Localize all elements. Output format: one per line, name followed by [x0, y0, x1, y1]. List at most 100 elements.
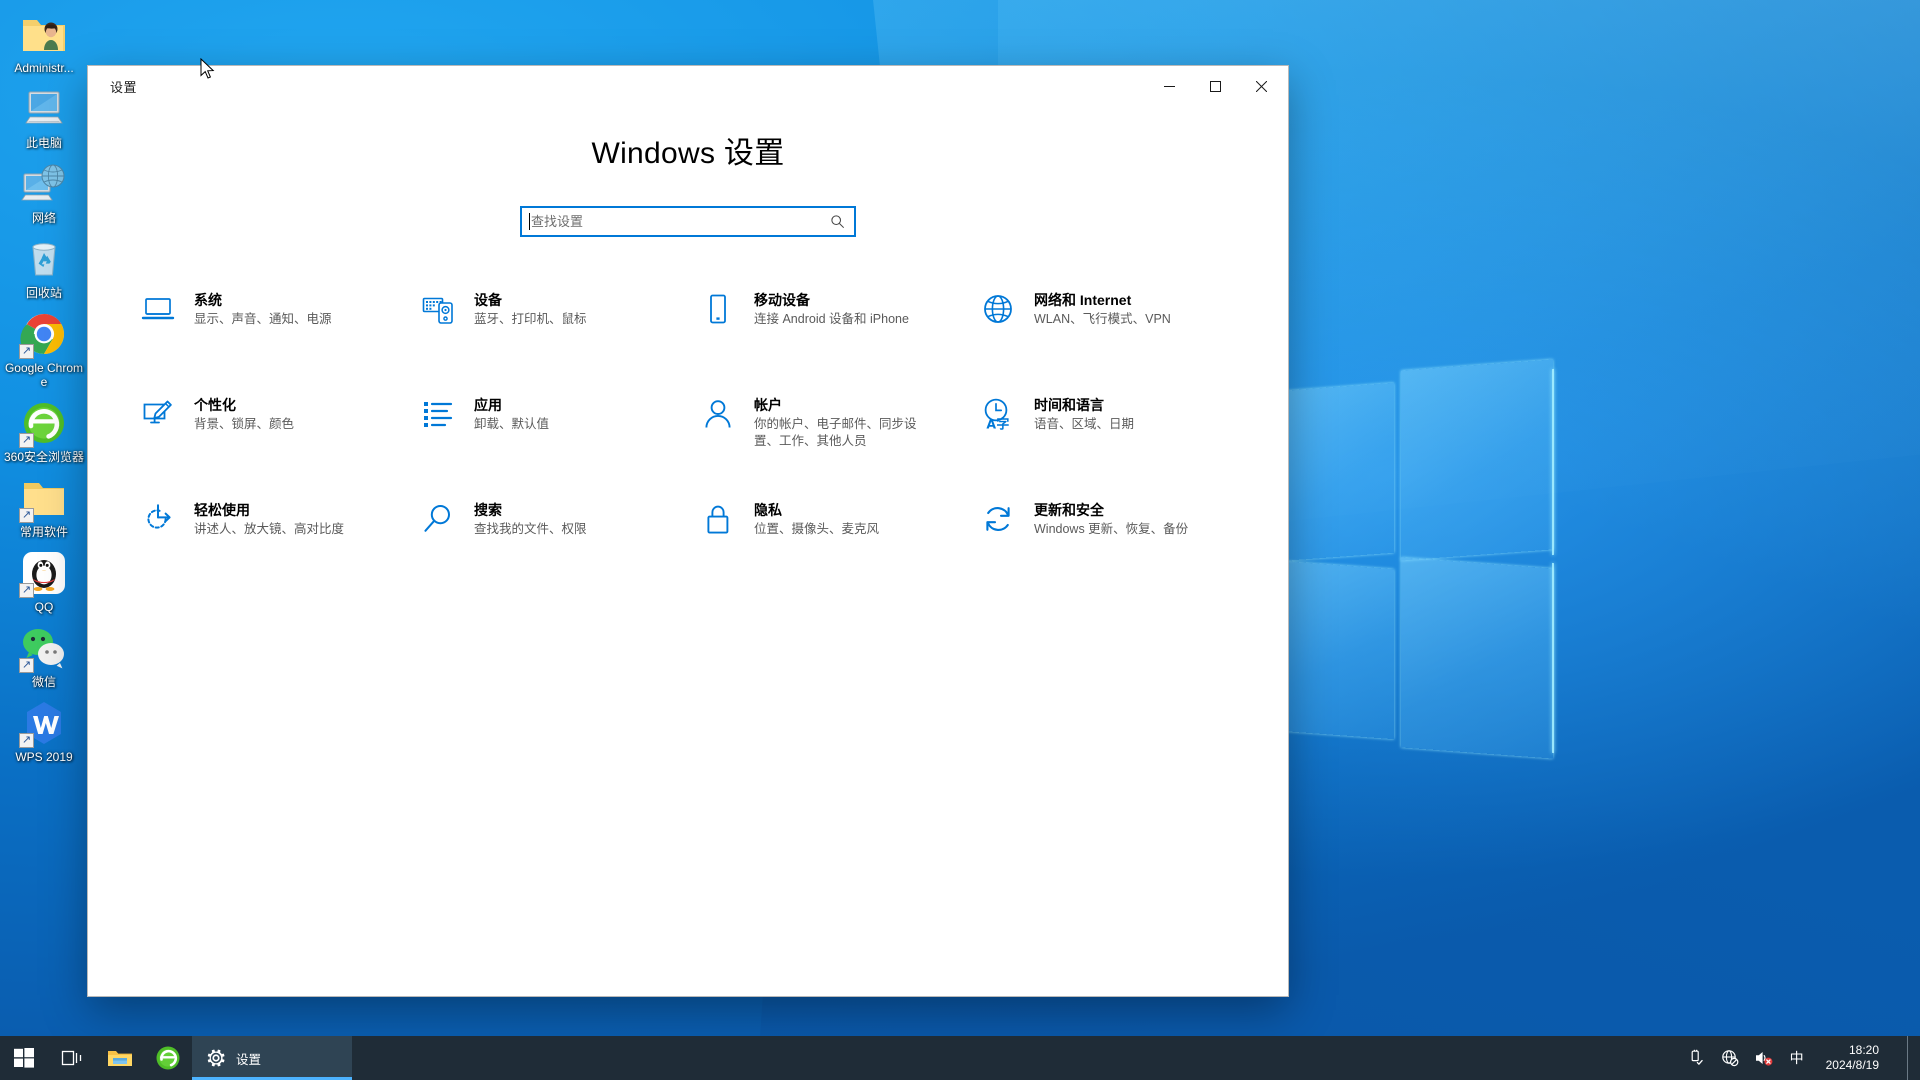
clock-time: 18:20	[1848, 1043, 1879, 1057]
settings-tile-11[interactable]: 隐私 位置、摄像头、麦克风	[692, 493, 972, 598]
settings-tile-desc: Windows 更新、恢复、备份	[1034, 522, 1189, 536]
file-explorer-icon	[108, 1051, 132, 1066]
search-area: 查找设置	[88, 206, 1288, 237]
desktop-icon-chrome[interactable]: ↗ Google Chrome	[1, 306, 87, 395]
search-placeholder: 查找设置	[531, 214, 584, 229]
logo-pane-bottom-right	[1401, 557, 1553, 759]
desktop-icon-user-folder[interactable]: Administr...	[1, 6, 87, 81]
show-desktop-button[interactable]	[1907, 1036, 1914, 1080]
search-icon[interactable]	[830, 214, 845, 234]
devices-icon	[418, 289, 458, 329]
settings-tile-7[interactable]: 帐户 你的帐户、电子邮件、同步设置、工作、其他人员	[692, 388, 972, 493]
settings-tile-grid: 系统 显示、声音、通知、电源 设备蓝牙、打印机、鼠标 移动设备 连接 Android 设…	[88, 283, 1288, 598]
settings-tile-text: 移动设备 连接 Android 设备和 iPhone	[754, 287, 909, 328]
settings-tile-3[interactable]: 移动设备 连接 Android 设备和 iPhone	[692, 283, 972, 388]
maximize-icon	[1209, 80, 1221, 92]
minimize-button[interactable]	[1146, 70, 1192, 102]
recycle-bin-icon	[20, 235, 68, 283]
personalization-icon	[138, 394, 178, 434]
logo-edge-upper	[1552, 368, 1554, 556]
desktop-icon-360-browser[interactable]: ↗ 360安全浏览器	[1, 395, 87, 470]
svg-text:字: 字	[996, 416, 1009, 431]
text-caret	[529, 213, 530, 230]
taskbar-item-settings[interactable]: 设置	[192, 1036, 352, 1080]
360-browser-icon	[156, 1046, 180, 1070]
titlebar-drag-area[interactable]	[137, 66, 1146, 106]
shortcut-arrow-icon: ↗	[19, 583, 34, 598]
settings-tile-9[interactable]: 轻松使用 讲述人、放大镜、高对比度	[132, 493, 412, 598]
maximize-button[interactable]	[1192, 70, 1238, 102]
settings-tile-text: 隐私 位置、摄像头、麦克风	[754, 497, 879, 538]
logo-pane-top-right	[1401, 359, 1553, 561]
desktop-icon-label: Google Chrome	[4, 361, 84, 389]
settings-tile-2[interactable]: 设备蓝牙、打印机、鼠标	[412, 283, 692, 388]
settings-tile-title: 搜索	[474, 502, 502, 518]
usb-eject-icon[interactable]	[1686, 1048, 1706, 1068]
desktop-icon-recycle-bin[interactable]: 回收站	[1, 231, 87, 306]
qq-penguin-icon: ↗	[19, 549, 68, 598]
logo-edge-lower	[1552, 562, 1554, 754]
settings-tile-title: 应用	[474, 397, 502, 413]
ime-indicator[interactable]: 中	[1788, 1048, 1806, 1068]
taskbar: 设置 中 18:20 2024/8/19	[0, 1036, 1920, 1080]
shortcut-arrow-icon: ↗	[19, 508, 34, 523]
start-icon	[14, 1048, 34, 1068]
this-pc-icon	[20, 85, 68, 133]
settings-tile-6[interactable]: 应用 卸载、默认值	[412, 388, 692, 493]
window-titlebar[interactable]: 设置	[88, 66, 1288, 106]
settings-window: 设置 Windows 设置 查找设置 系统 显示、声音、通知、电源 设备 蓝牙、…	[88, 66, 1288, 996]
user-folder-icon	[20, 10, 68, 58]
settings-tile-desc: 你的帐户、电子邮件、同步设置、工作、其他人员	[754, 417, 917, 448]
settings-tile-text: 设备蓝牙、打印机、鼠标	[474, 287, 587, 328]
settings-tile-title: 设备	[474, 292, 502, 308]
volume-muted-icon[interactable]	[1754, 1048, 1774, 1068]
desktop-icon-label: 回收站	[25, 286, 62, 300]
clock[interactable]: 18:20 2024/8/19	[1820, 1043, 1893, 1073]
settings-tile-5[interactable]: 个性化背景、锁屏、颜色	[132, 388, 412, 493]
settings-tile-text: 轻松使用 讲述人、放大镜、高对比度	[194, 497, 344, 538]
taskbar-item-label: 设置	[236, 1052, 262, 1067]
chrome-icon: ↗	[19, 310, 68, 359]
settings-tile-10[interactable]: 搜索 查找我的文件、权限	[412, 493, 692, 598]
desktop-icon-network[interactable]: 网络	[1, 156, 87, 231]
system-tray: 中 18:20 2024/8/19	[1686, 1036, 1920, 1080]
360-browser-button[interactable]	[144, 1036, 192, 1080]
settings-tile-title: 移动设备	[754, 292, 810, 308]
settings-tile-1[interactable]: 系统 显示、声音、通知、电源	[132, 283, 412, 388]
desktop-icon-this-pc[interactable]: 此电脑	[1, 81, 87, 156]
settings-tile-desc: 背景、锁屏、颜色	[194, 417, 295, 431]
shortcut-arrow-icon: ↗	[19, 433, 34, 448]
close-button[interactable]	[1238, 70, 1284, 102]
desktop-icon-wps[interactable]: ↗ WPS 2019	[1, 695, 87, 770]
globe-icon	[978, 289, 1018, 329]
360-browser-icon: ↗	[19, 399, 68, 448]
desktop-icon-wechat[interactable]: ↗ 微信	[1, 620, 87, 695]
settings-tile-title: 个性化	[194, 397, 236, 413]
search-input[interactable]: 查找设置	[520, 206, 856, 237]
start-button[interactable]	[0, 1036, 48, 1080]
minimize-icon	[1163, 85, 1175, 87]
magnifier-icon	[418, 499, 458, 539]
file-explorer-button[interactable]	[96, 1036, 144, 1080]
desktop-icon-qq-penguin[interactable]: ↗ QQ	[1, 545, 87, 620]
settings-tile-text: 应用 卸载、默认值	[474, 392, 549, 433]
settings-tile-text: 更新和安全 Windows 更新、恢复、备份	[1034, 497, 1188, 538]
desktop-icon-folder[interactable]: ↗ 常用软件	[1, 470, 87, 545]
desktop-icon-label: 网络	[31, 211, 56, 225]
settings-tile-desc: 卸载、默认值	[474, 417, 550, 431]
task-view-button[interactable]	[48, 1036, 96, 1080]
desktop-icon-label: 常用软件	[19, 525, 68, 539]
ease-of-access-icon	[138, 499, 178, 539]
settings-tile-title: 网络和 Internet	[1034, 292, 1132, 308]
close-icon	[1255, 80, 1267, 92]
settings-tile-desc: 显示、声音、通知、电源	[194, 312, 332, 326]
gear-icon	[207, 1049, 225, 1067]
apps-list-icon	[418, 394, 458, 434]
network-disabled-icon[interactable]	[1720, 1048, 1740, 1068]
network-icon	[20, 160, 68, 208]
settings-tile-12[interactable]: 更新和安全 Windows 更新、恢复、备份	[972, 493, 1252, 598]
desktop-icon-label: 此电脑	[25, 136, 62, 150]
settings-tile-desc: 蓝牙、打印机、鼠标	[474, 312, 587, 326]
settings-tile-4[interactable]: 网络和 Internet WLAN、飞行模式、VPN	[972, 283, 1252, 388]
settings-tile-8[interactable]: A 字时间和语言 语音、区域、日期	[972, 388, 1252, 493]
